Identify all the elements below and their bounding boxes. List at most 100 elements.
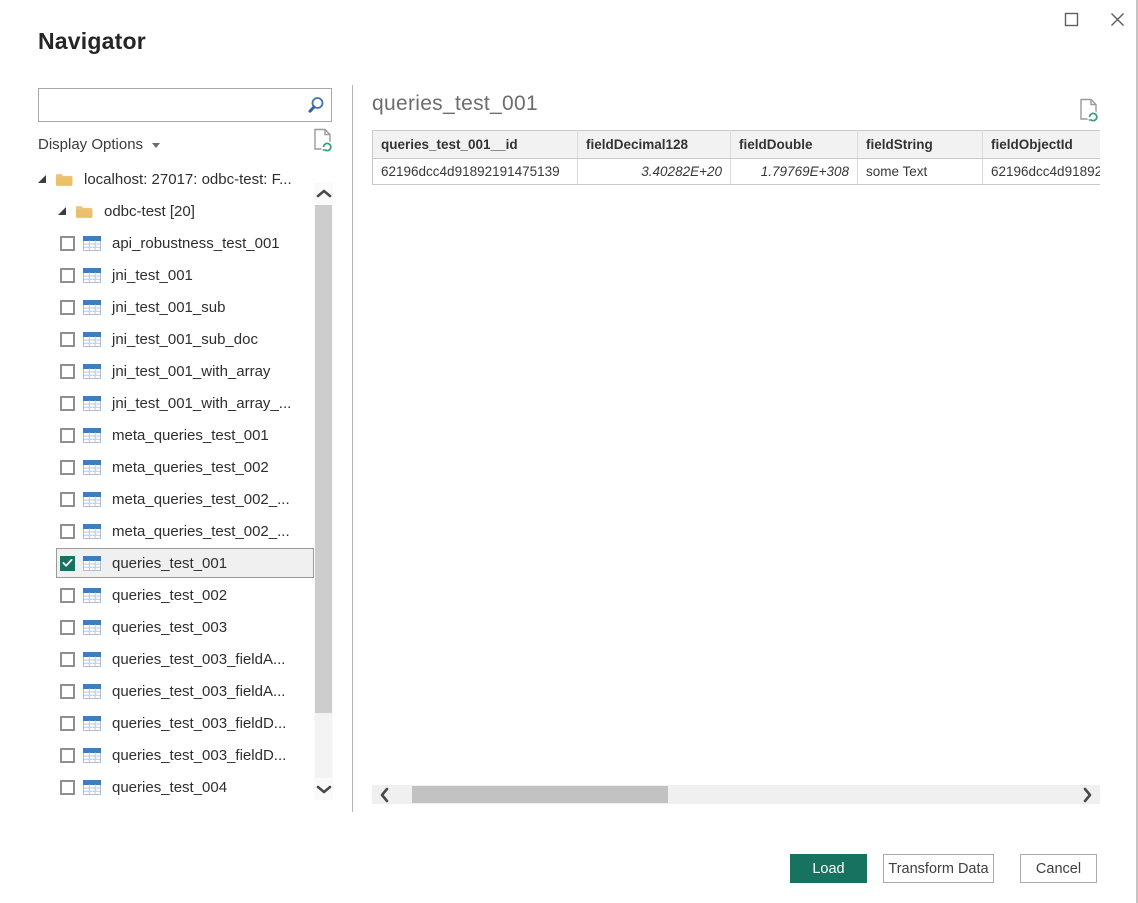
expand-triangle-icon[interactable] (38, 175, 46, 183)
maximize-button[interactable] (1062, 10, 1080, 28)
table-checkbox[interactable] (60, 588, 75, 603)
refresh-document-icon (312, 128, 334, 154)
tree-item-label: jni_test_001_sub_doc (112, 331, 258, 348)
column-header[interactable]: fieldDecimal128 (578, 131, 731, 159)
tree-item-table[interactable]: queries_test_002 (38, 579, 314, 611)
refresh-preview-button[interactable] (1078, 98, 1100, 129)
tree-scrollbar[interactable] (314, 183, 333, 800)
window-controls (1062, 10, 1126, 28)
transform-data-button[interactable]: Transform Data (883, 854, 994, 883)
tree-item-table[interactable]: jni_test_001 (38, 259, 314, 291)
table-checkbox[interactable] (60, 236, 75, 251)
scroll-left-icon[interactable] (375, 785, 393, 804)
tree-item-table[interactable]: queries_test_003_fieldA... (38, 675, 314, 707)
preview-horizontal-scrollbar[interactable] (372, 785, 1100, 804)
tree-item-table[interactable]: api_robustness_test_001 (38, 227, 314, 259)
tree-item-database[interactable]: odbc-test [20] (38, 195, 314, 227)
tree-item-table[interactable]: meta_queries_test_002_... (38, 483, 314, 515)
tree-item-table[interactable]: meta_queries_test_002 (38, 451, 314, 483)
table-icon (83, 396, 101, 411)
tree-item-label: jni_test_001_sub (112, 299, 225, 316)
table-checkbox-checked[interactable] (60, 556, 75, 571)
tree-item-label: localhost: 27017: odbc-test: F... (84, 171, 292, 188)
tree-item-server[interactable]: localhost: 27017: odbc-test: F... (38, 163, 314, 195)
scrollbar-thumb[interactable] (315, 205, 332, 713)
tree-item-table-selected[interactable]: queries_test_001 (56, 548, 314, 578)
tree-item-table[interactable]: queries_test_003 (38, 611, 314, 643)
tree-item-label: meta_queries_test_002_... (112, 523, 290, 540)
search-icon[interactable] (301, 96, 331, 114)
tree-item-table[interactable]: jni_test_001_with_array (38, 355, 314, 387)
close-button[interactable] (1108, 10, 1126, 28)
pane-divider (352, 85, 353, 812)
table-checkbox[interactable] (60, 364, 75, 379)
tree-item-table[interactable]: meta_queries_test_002_... (38, 515, 314, 547)
table-icon (83, 780, 101, 795)
tree-item-label: queries_test_003_fieldA... (112, 683, 285, 700)
tree-item-table[interactable]: meta_queries_test_001 (38, 419, 314, 451)
table-icon (83, 460, 101, 475)
load-button[interactable]: Load (790, 854, 867, 883)
column-header[interactable]: fieldObjectId (983, 131, 1101, 159)
cancel-button[interactable]: Cancel (1020, 854, 1097, 883)
tree-item-label: queries_test_001 (112, 555, 227, 572)
scrollbar-thumb[interactable] (412, 786, 668, 803)
table-checkbox[interactable] (60, 332, 75, 347)
column-header[interactable]: queries_test_001__id (373, 131, 578, 159)
tree-item-label: jni_test_001_with_array_... (112, 395, 291, 412)
table-cell: 62196dcc4d91892191475139 (983, 159, 1101, 185)
table-checkbox[interactable] (60, 492, 75, 507)
table-icon (83, 588, 101, 603)
table-checkbox[interactable] (60, 268, 75, 283)
table-checkbox[interactable] (60, 716, 75, 731)
column-header[interactable]: fieldDouble (731, 131, 858, 159)
table-checkbox[interactable] (60, 652, 75, 667)
tree-item-label: jni_test_001 (112, 267, 193, 284)
search-input[interactable] (39, 89, 301, 121)
scroll-down-icon[interactable] (314, 782, 333, 798)
table-icon (83, 684, 101, 699)
column-header[interactable]: fieldString (858, 131, 983, 159)
table-checkbox[interactable] (60, 396, 75, 411)
table-checkbox[interactable] (60, 684, 75, 699)
table-icon (83, 556, 101, 571)
tree-item-table[interactable]: jni_test_001_with_array_... (38, 387, 314, 419)
table-checkbox[interactable] (60, 428, 75, 443)
folder-icon (75, 204, 93, 219)
expand-triangle-icon[interactable] (58, 207, 66, 215)
tree-item-label: api_robustness_test_001 (112, 235, 280, 252)
tree-item-label: queries_test_004 (112, 779, 227, 796)
table-icon (83, 652, 101, 667)
table-checkbox[interactable] (60, 300, 75, 315)
table-checkbox[interactable] (60, 748, 75, 763)
tree-item-table[interactable]: jni_test_001_sub (38, 291, 314, 323)
table-icon (83, 428, 101, 443)
close-icon (1110, 12, 1125, 27)
tree-item-label: queries_test_002 (112, 587, 227, 604)
tree-item-label: odbc-test [20] (104, 203, 195, 220)
tree-item-label: meta_queries_test_001 (112, 427, 269, 444)
scroll-up-icon[interactable] (314, 185, 333, 201)
tree-item-label: queries_test_003_fieldA... (112, 651, 285, 668)
tree-item-table[interactable]: queries_test_003_fieldD... (38, 739, 314, 771)
page-title: Navigator (38, 28, 146, 55)
tree-item-table[interactable]: queries_test_003_fieldD... (38, 707, 314, 739)
tree-item-label: queries_test_003 (112, 619, 227, 636)
scroll-right-icon[interactable] (1079, 785, 1097, 804)
table-checkbox[interactable] (60, 524, 75, 539)
tree-item-table[interactable]: queries_test_004 (38, 771, 314, 803)
chevron-down-icon (152, 143, 160, 148)
table-icon (83, 236, 101, 251)
tree-item-table[interactable]: jni_test_001_sub_doc (38, 323, 314, 355)
display-options-label: Display Options (38, 136, 143, 153)
tree-item-label: queries_test_003_fieldD... (112, 715, 286, 732)
table-cell: 1.79769E+308 (731, 159, 858, 185)
tree-item-table[interactable]: queries_test_003_fieldA... (38, 643, 314, 675)
refresh-tree-button[interactable] (312, 128, 334, 159)
preview-table-container: queries_test_001__id fieldDecimal128 fie… (372, 130, 1100, 185)
table-checkbox[interactable] (60, 620, 75, 635)
table-cell: 62196dcc4d91892191475139 (373, 159, 578, 185)
table-checkbox[interactable] (60, 460, 75, 475)
display-options-dropdown[interactable]: Display Options (38, 132, 332, 156)
table-checkbox[interactable] (60, 780, 75, 795)
